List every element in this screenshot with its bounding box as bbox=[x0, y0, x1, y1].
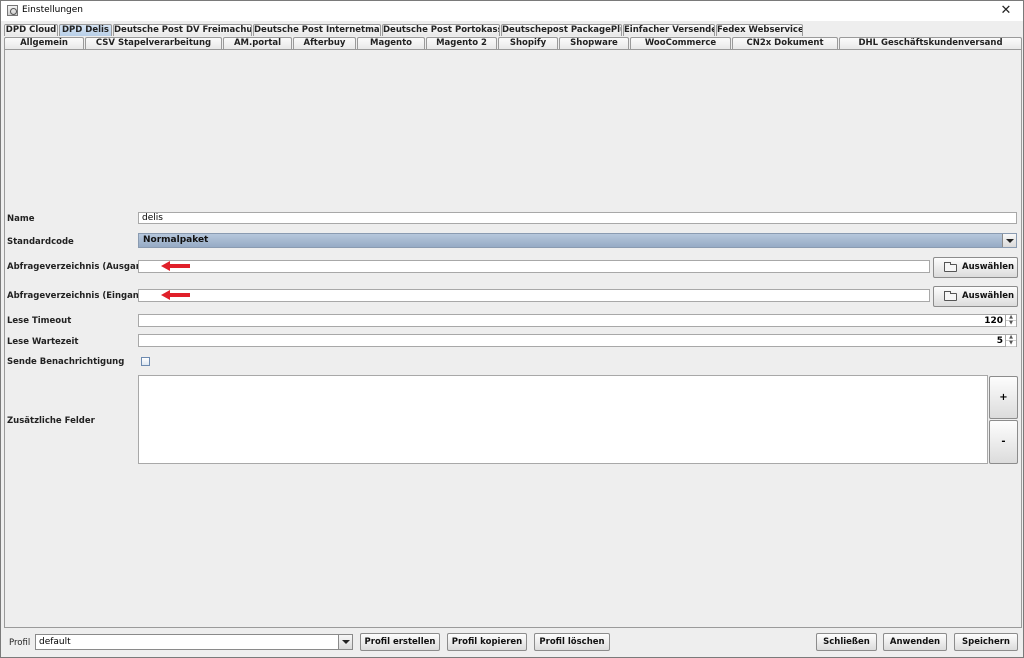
ausgang-field[interactable] bbox=[138, 260, 930, 273]
tab-allgemein[interactable]: Allgemein bbox=[4, 37, 84, 49]
tab-csv-stapelverarbeitung[interactable]: CSV Stapelverarbeitung bbox=[85, 37, 222, 49]
tab-deutsche-post-portokasse[interactable]: Deutsche Post Portokasse bbox=[382, 24, 500, 36]
profil-erstellen-button[interactable]: Profil erstellen bbox=[360, 633, 440, 651]
settings-window: Einstellungen ✕ DPD Cloud DPD Delis Deut… bbox=[0, 0, 1024, 658]
folder-icon bbox=[944, 262, 957, 272]
close-button[interactable]: Schließen bbox=[816, 633, 877, 651]
tab-woocommerce[interactable]: WooCommerce bbox=[630, 37, 731, 49]
spinner-down-icon[interactable]: ▼ bbox=[1006, 321, 1016, 327]
browse-label: Auswählen bbox=[962, 262, 1015, 272]
lese-wartezeit-spinner[interactable]: 5 ▲ ▼ bbox=[138, 334, 1017, 347]
eingang-label: Abfrageverzeichnis (Eingang) * bbox=[7, 291, 157, 301]
title-bar: Einstellungen ✕ bbox=[1, 1, 1023, 21]
tab-magento-2[interactable]: Magento 2 bbox=[426, 37, 497, 49]
chevron-down-icon[interactable] bbox=[1002, 234, 1016, 247]
lese-wartezeit-value: 5 bbox=[996, 336, 1003, 346]
tab-shopify[interactable]: Shopify bbox=[498, 37, 558, 49]
window-title: Einstellungen bbox=[22, 5, 84, 15]
close-icon[interactable]: ✕ bbox=[997, 2, 1015, 20]
profil-value: default bbox=[39, 637, 71, 647]
tab-einfacher-versender[interactable]: Einfacher Versender bbox=[623, 24, 715, 36]
spinner-buttons[interactable]: ▲ ▼ bbox=[1005, 315, 1016, 327]
tab-afterbuy[interactable]: Afterbuy bbox=[293, 37, 356, 49]
tab-deutsche-post-internetmarke[interactable]: Deutsche Post Internetmarke bbox=[253, 24, 381, 36]
standardcode-value: Normalpaket bbox=[143, 235, 209, 245]
benachrichtigung-label: Sende Benachrichtigung bbox=[7, 357, 125, 367]
standardcode-label: Standardcode bbox=[7, 237, 74, 247]
tab-dpd-cloud[interactable]: DPD Cloud bbox=[4, 24, 58, 36]
tab-fedex-webservice[interactable]: Fedex Webservice bbox=[716, 24, 803, 36]
tab-magento[interactable]: Magento bbox=[357, 37, 425, 49]
tab-deutschepost-packageplus[interactable]: Deutschepost PackagePlus bbox=[501, 24, 622, 36]
red-arrow-icon bbox=[161, 290, 190, 300]
profil-select[interactable]: default bbox=[35, 634, 353, 650]
add-field-button[interactable]: + bbox=[989, 376, 1018, 419]
spinner-down-icon[interactable]: ▼ bbox=[1006, 341, 1016, 347]
standardcode-select[interactable]: Normalpaket bbox=[138, 233, 1017, 248]
ausgang-label: Abfrageverzeichnis (Ausgang) * bbox=[7, 262, 160, 272]
profil-loeschen-button[interactable]: Profil löschen bbox=[534, 633, 610, 651]
tab-deutsche-post-dv-freimachung[interactable]: Deutsche Post DV Freimachung bbox=[113, 24, 252, 36]
name-field[interactable]: delis bbox=[138, 212, 1017, 224]
red-arrow-icon bbox=[161, 261, 190, 271]
tab-shopware[interactable]: Shopware bbox=[559, 37, 629, 49]
profil-label: Profil bbox=[9, 638, 31, 648]
chevron-down-icon[interactable] bbox=[338, 635, 352, 649]
name-label: Name bbox=[7, 214, 35, 224]
tab-dhl-geschaeftskundenversand[interactable]: DHL Geschäftskundenversand bbox=[839, 37, 1022, 49]
remove-field-button[interactable]: - bbox=[989, 420, 1018, 464]
eingang-field[interactable] bbox=[138, 289, 930, 302]
tab-dpd-delis[interactable]: DPD Delis bbox=[59, 24, 112, 36]
lese-timeout-spinner[interactable]: 120 ▲ ▼ bbox=[138, 314, 1017, 327]
browse-label: Auswählen bbox=[962, 291, 1015, 301]
apply-button[interactable]: Anwenden bbox=[883, 633, 947, 651]
zusatz-label: Zusätzliche Felder bbox=[7, 416, 95, 426]
profil-kopieren-button[interactable]: Profil kopieren bbox=[447, 633, 527, 651]
spinner-buttons[interactable]: ▲ ▼ bbox=[1005, 335, 1016, 347]
lese-wartezeit-label: Lese Wartezeit bbox=[7, 337, 79, 347]
app-icon bbox=[7, 5, 18, 16]
folder-icon bbox=[944, 291, 957, 301]
tab-cn2x-dokument[interactable]: CN2x Dokument bbox=[732, 37, 838, 49]
tab-am-portal[interactable]: AM.portal bbox=[223, 37, 292, 49]
benachrichtigung-checkbox[interactable] bbox=[141, 357, 150, 366]
eingang-browse-button[interactable]: Auswählen bbox=[933, 286, 1018, 307]
save-button[interactable]: Speichern bbox=[954, 633, 1018, 651]
lese-timeout-value: 120 bbox=[984, 316, 1003, 326]
lese-timeout-label: Lese Timeout bbox=[7, 316, 72, 326]
ausgang-browse-button[interactable]: Auswählen bbox=[933, 257, 1018, 278]
zusatz-felder-list[interactable] bbox=[138, 375, 988, 464]
